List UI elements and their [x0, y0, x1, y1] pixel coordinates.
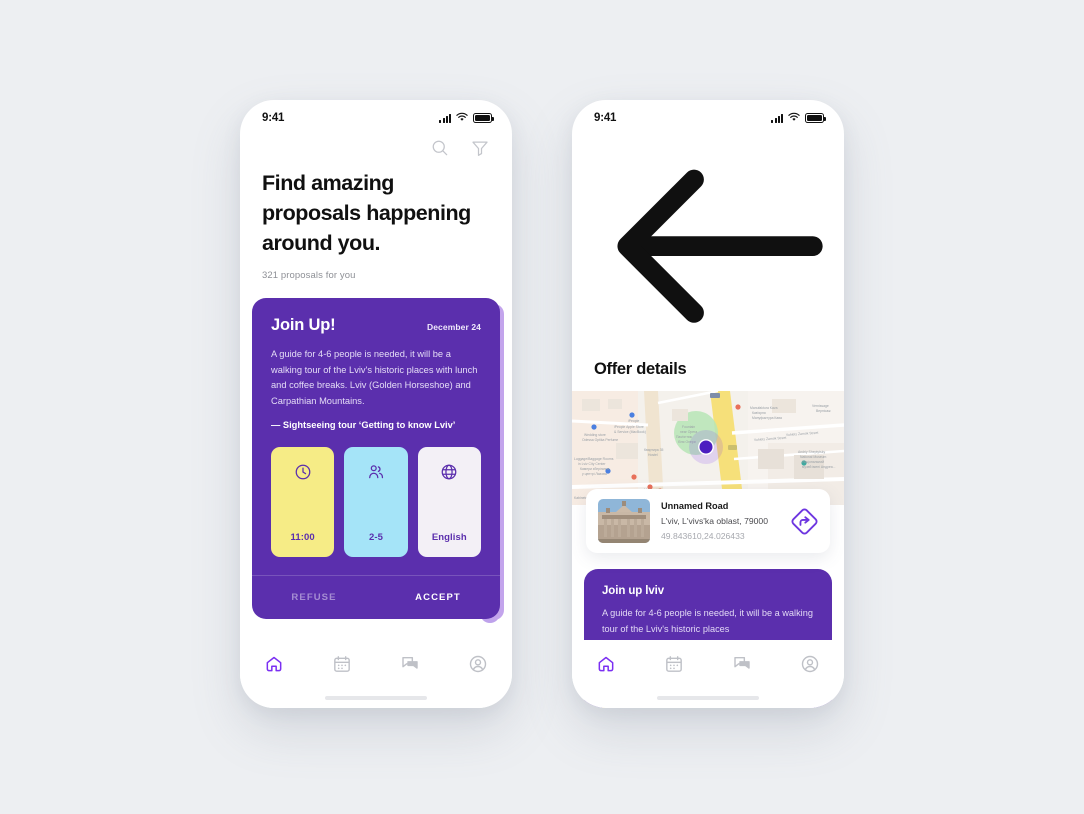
svg-text:iPeople: iPeople — [628, 419, 639, 423]
svg-text:near Opera: near Opera — [680, 430, 697, 434]
status-icons — [439, 109, 494, 127]
bottom-navigation — [572, 640, 844, 708]
proposal-description: A guide for 4-6 people is needed, it wil… — [271, 349, 478, 406]
offer-description: A guide for 4-6 people is needed, it wil… — [602, 608, 813, 634]
address-line: L'viv, L'vivs'ka oblast, 79000 — [661, 516, 768, 527]
home-indicator — [325, 696, 427, 700]
nav-home-icon[interactable] — [264, 654, 284, 674]
nav-calendar-icon[interactable] — [332, 654, 352, 674]
people-icon — [367, 463, 385, 481]
canvas: 9:41 Find amazing proposals happening ar… — [0, 0, 1084, 814]
proposal-title: Join Up! — [271, 316, 336, 334]
status-time: 9:41 — [594, 112, 617, 124]
page-headline: Find amazing proposals happening around … — [262, 171, 471, 255]
svg-text:Wedding store: Wedding store — [584, 433, 606, 437]
info-tile-group[interactable]: 2-5 — [344, 447, 408, 558]
wifi-icon — [788, 109, 800, 127]
svg-text:Пам'ятник: Пам'ятник — [676, 435, 692, 439]
back-row — [572, 130, 844, 350]
svg-text:Fountain: Fountain — [682, 425, 695, 429]
svg-text:Manufaktura Kava: Manufaktura Kava — [750, 406, 778, 410]
page-title: Offer details — [594, 360, 687, 379]
nav-profile-icon[interactable] — [468, 654, 488, 674]
address-coordinates: 49.843610,24.026433 — [661, 531, 745, 542]
signal-bars-icon — [439, 113, 451, 123]
arrow-left-icon[interactable] — [594, 142, 844, 350]
address-text: Unnamed Road L'viv, L'vivs'ka oblast, 79… — [661, 501, 780, 541]
svg-text:Національний: Національний — [802, 460, 824, 464]
svg-text:Hostel: Hostel — [648, 453, 658, 457]
clock-icon — [294, 463, 312, 481]
battery-full-icon — [473, 113, 494, 123]
svg-text:Мануфактура Кава: Мануфактура Кава — [752, 416, 782, 420]
wifi-icon — [456, 109, 468, 127]
phone-screen-proposals: 9:41 Find amazing proposals happening ar… — [240, 100, 512, 708]
search-icon[interactable] — [430, 138, 450, 158]
proposal-date: December 24 — [426, 322, 481, 332]
proposal-tour-note: — Sightseeing tour ‘Getting to know Lviv… — [271, 420, 456, 431]
nav-home-icon[interactable] — [596, 654, 616, 674]
home-indicator — [657, 696, 759, 700]
filter-icon[interactable] — [470, 138, 490, 158]
status-bar: 9:41 — [240, 100, 512, 130]
svg-text:Камери зберігання: Камери зберігання — [580, 467, 610, 471]
svg-text:National Museum: National Museum — [800, 455, 827, 459]
svg-text:iPeople Apple Store: iPeople Apple Store — [614, 425, 644, 429]
svg-text:Кав'ярня: Кав'ярня — [752, 411, 766, 415]
directions-turn-right-icon[interactable] — [791, 508, 818, 535]
status-icons — [771, 109, 826, 127]
accept-button[interactable]: ACCEPT — [376, 576, 500, 619]
svg-text:Vernissage: Vernissage — [812, 404, 829, 408]
proposal-card-header: Join Up! December 24 — [271, 316, 481, 335]
svg-text:у центрі Львова: у центрі Львова — [582, 472, 607, 476]
proposal-actions: REFUSE ACCEPT — [252, 575, 500, 619]
nav-messages-icon[interactable] — [732, 654, 752, 674]
info-tile-time[interactable]: 11:00 — [271, 447, 335, 558]
nav-profile-icon[interactable] — [800, 654, 820, 674]
battery-full-icon — [805, 113, 826, 123]
header-actions — [240, 130, 512, 158]
nav-messages-icon[interactable] — [400, 654, 420, 674]
card-stack: Join Up! December 24 A guide for 4-6 peo… — [240, 298, 512, 623]
bottom-navigation — [240, 640, 512, 708]
proposal-info-tiles: 11:00 2-5 English — [271, 447, 481, 558]
svg-text:Luggage/Baggage Rooms: Luggage/Baggage Rooms — [574, 457, 614, 461]
info-tile-language-label: English — [431, 532, 467, 544]
info-tile-group-label: 2-5 — [368, 532, 383, 544]
info-tile-time-label: 11:00 — [290, 532, 315, 544]
opera-house-photo — [598, 499, 650, 544]
globe-icon — [440, 463, 458, 481]
status-bar: 9:41 — [572, 100, 844, 130]
nav-calendar-icon[interactable] — [664, 654, 684, 674]
svg-text:Odessa Optika Perfume: Odessa Optika Perfume — [582, 438, 618, 442]
svg-text:in Lviv City Center: in Lviv City Center — [578, 462, 606, 466]
svg-text:Вернісаж: Вернісаж — [816, 409, 831, 413]
proposal-count: 321 proposals for you — [262, 270, 356, 281]
refuse-button[interactable]: REFUSE — [252, 576, 376, 619]
signal-bars-icon — [771, 113, 783, 123]
address-title: Unnamed Road — [661, 501, 729, 512]
phone-screen-offer-details: 9:41 Offer details iPeople iPeople Apple… — [572, 100, 844, 708]
offer-title: Join up lviv — [602, 585, 665, 598]
svg-text:музей імені Андрея...: музей імені Андрея... — [802, 465, 835, 469]
svg-text:Квартира 35: Квартира 35 — [644, 448, 663, 452]
info-tile-language[interactable]: English — [417, 447, 481, 558]
svg-text:Andriy Sheptytsky: Andriy Sheptytsky — [798, 450, 825, 454]
proposal-card[interactable]: Join Up! December 24 A guide for 4-6 peo… — [252, 298, 500, 620]
address-card[interactable]: Unnamed Road L'viv, L'vivs'ka oblast, 79… — [586, 489, 830, 554]
status-time: 9:41 — [262, 112, 285, 124]
svg-text:& Service (MacBook): & Service (MacBook) — [614, 430, 646, 434]
map-view[interactable]: iPeople iPeople Apple Store & Service (M… — [572, 391, 844, 506]
